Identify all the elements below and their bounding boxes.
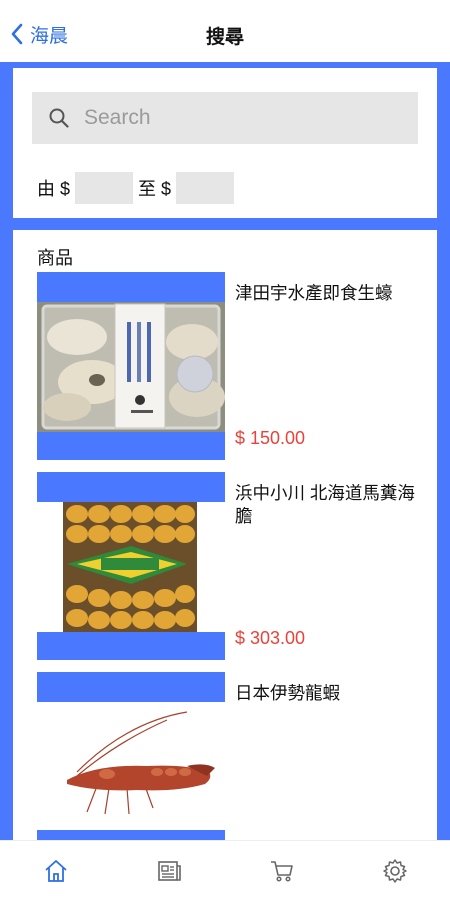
tab-bar: [0, 840, 450, 900]
search-input[interactable]: [84, 106, 384, 130]
sea-urchin-image: [37, 502, 225, 632]
tab-home[interactable]: [42, 857, 70, 885]
tab-cart[interactable]: [268, 857, 296, 885]
home-icon: [45, 860, 67, 882]
page-title: 搜尋: [205, 27, 244, 48]
lobster-image: [37, 702, 225, 832]
section-title: 商品: [37, 248, 73, 268]
product-image: [37, 672, 225, 840]
product-name: 日本伊勢龍蝦: [235, 683, 340, 703]
search-box[interactable]: [32, 92, 418, 144]
oyster-image: [37, 302, 225, 432]
price-from-label: 由 $: [37, 179, 71, 199]
nav-bar: 海晨 搜尋: [0, 0, 450, 62]
search-card: 由 $ 至 $: [13, 68, 437, 218]
news-icon: [158, 861, 181, 881]
tab-settings[interactable]: [381, 857, 409, 885]
product-image: [37, 272, 225, 460]
product-name: 津田宇水產即食生蠔: [235, 283, 393, 303]
gear-icon: [383, 859, 407, 883]
price-min-input[interactable]: [75, 172, 134, 204]
product-price: $ 303.00: [235, 628, 306, 648]
product-name: 浜中小川 北海道馬糞海膽: [235, 483, 415, 526]
price-max-input[interactable]: [176, 172, 235, 204]
search-icon: [49, 108, 69, 128]
price-range: 由 $ 至 $: [37, 172, 239, 204]
product-item[interactable]: [37, 830, 225, 840]
price-to-label: 至 $: [138, 179, 172, 199]
content-frame: 由 $ 至 $ 商品: [0, 62, 450, 840]
product-price: $ 150.00: [235, 428, 306, 448]
products-card: 商品 津田宇水產即食生蠔 $ 150.00 浜中小川 北海道馬糞海膽 $ 303…: [13, 230, 437, 840]
cart-icon: [271, 861, 293, 882]
tab-news[interactable]: [155, 857, 183, 885]
product-image: [37, 472, 225, 660]
